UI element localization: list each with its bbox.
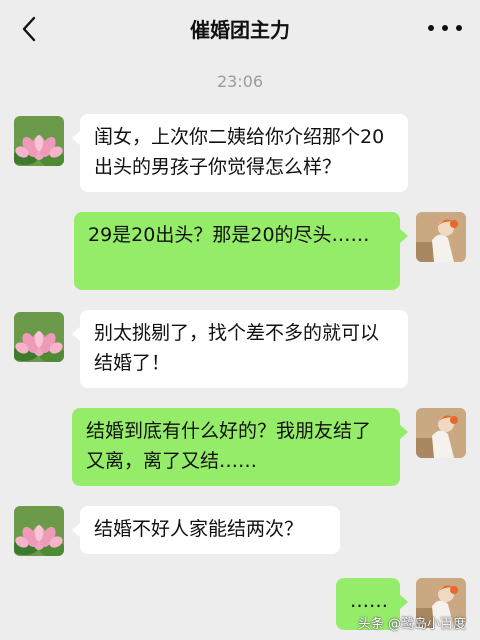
- message-text: 29是20出头？那是20的尽头……: [88, 224, 370, 246]
- lotus-icon: [14, 116, 64, 166]
- user-avatar[interactable]: [416, 408, 466, 458]
- outgoing-message-bubble[interactable]: 结婚到底有什么好的？我朋友结了又离，离了又结……: [72, 408, 408, 486]
- user-avatar[interactable]: [416, 212, 466, 262]
- lotus-avatar[interactable]: [14, 116, 64, 166]
- incoming-message-bubble[interactable]: 闺女，上次你二姨给你介绍那个20出头的男孩子你觉得怎么样？: [72, 114, 408, 192]
- lotus-icon: [14, 506, 64, 556]
- chat-header: 催婚团主力: [0, 0, 480, 58]
- message-text: ……: [350, 590, 388, 612]
- cartoon-girl-icon: [416, 212, 466, 262]
- message-timestamp: 23:06: [216, 72, 264, 91]
- watermark: 头条 @鹭岛小百度: [357, 617, 466, 632]
- outgoing-message-bubble[interactable]: 29是20出头？那是20的尽头……: [74, 212, 408, 290]
- message-text: 别太挑剔了，找个差不多的就可以结婚了！: [94, 322, 380, 374]
- incoming-message-bubble[interactable]: 结婚不好人家能结两次？: [72, 506, 340, 554]
- lotus-icon: [14, 312, 64, 362]
- lotus-avatar[interactable]: [14, 506, 64, 556]
- message-text: 结婚不好人家能结两次？: [94, 518, 304, 540]
- cartoon-girl-icon: [416, 408, 466, 458]
- more-dots-icon: [428, 25, 434, 31]
- lotus-avatar[interactable]: [14, 312, 64, 362]
- incoming-message-bubble[interactable]: 别太挑剔了，找个差不多的就可以结婚了！: [72, 310, 408, 388]
- more-button[interactable]: [428, 16, 462, 40]
- message-text: 闺女，上次你二姨给你介绍那个20出头的男孩子你觉得怎么样？: [94, 126, 385, 178]
- chat-title: 催婚团主力: [190, 18, 290, 42]
- message-text: 结婚到底有什么好的？我朋友结了又离，离了又结……: [86, 420, 372, 472]
